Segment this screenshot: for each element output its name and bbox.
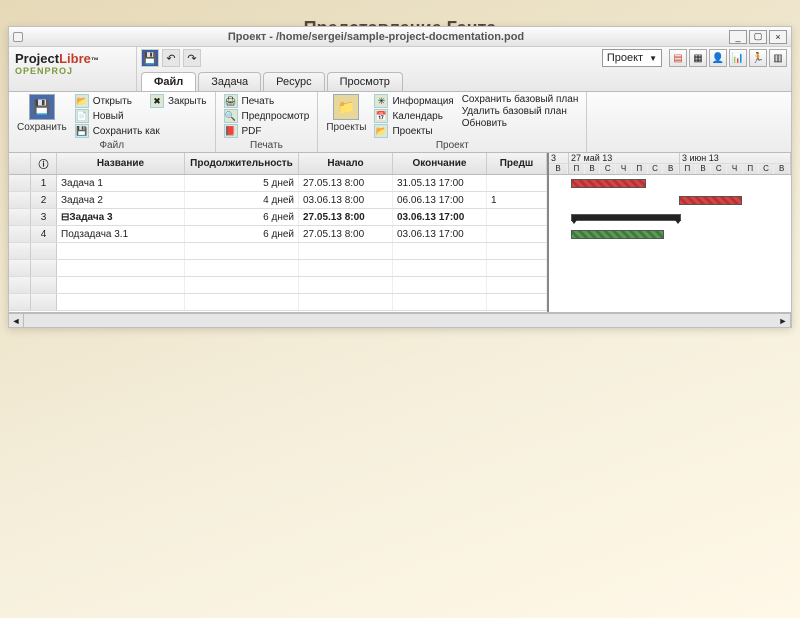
panel-print: 🖨Печать 🔍Предпросмотр 📕PDF Печать — [216, 92, 319, 152]
refresh-button[interactable]: Обновить — [462, 118, 579, 129]
tab-task[interactable]: Задача — [198, 72, 261, 91]
undo-icon[interactable]: ↶ — [162, 49, 180, 67]
panel-file: 💾Сохранить 📂Открыть✖Закрыть 📄Новый 💾Сохр… — [9, 92, 216, 152]
task-grid: ⓘ Название Продолжительность Начало Окон… — [9, 153, 549, 312]
gantt-bar[interactable] — [571, 179, 646, 188]
info-button[interactable]: ✳Информация — [374, 94, 453, 108]
gantt-bar[interactable] — [679, 196, 742, 205]
table-row[interactable]: 2Задача 24 дней03.06.13 8:0006.06.13 17:… — [9, 192, 547, 209]
table-row[interactable]: 4 Подзадача 3.16 дней27.05.13 8:0003.06.… — [9, 226, 547, 243]
open-button[interactable]: 📂Открыть✖Закрыть — [75, 94, 207, 108]
scrollbar[interactable]: ◄ ► — [9, 313, 791, 327]
save-button[interactable]: 💾Сохранить — [17, 94, 67, 138]
tab-file[interactable]: Файл — [141, 72, 196, 91]
saveas-button[interactable]: 💾Сохранить как — [75, 124, 207, 138]
proj-button[interactable]: 📂Проекты — [374, 124, 453, 138]
view6-icon[interactable]: ▥ — [769, 49, 787, 67]
tab-view[interactable]: Просмотр — [327, 72, 403, 91]
window-title: Проект - /home/sergei/sample-project-doc… — [27, 31, 725, 43]
col-pred[interactable]: Предш — [487, 153, 547, 174]
scroll-right-icon[interactable]: ► — [776, 314, 791, 327]
view5-icon[interactable]: 🏃 — [749, 49, 767, 67]
app-window: Проект - /home/sergei/sample-project-doc… — [8, 26, 792, 328]
pdf-button[interactable]: 📕PDF — [224, 124, 310, 138]
calendar-button[interactable]: 📅Календарь — [374, 109, 453, 123]
minimize-button[interactable]: _ — [729, 30, 747, 44]
gantt-chart: 3В 27 май 13ПВСЧПСВ 3 июн 13ПВСЧПСВ — [549, 153, 791, 312]
scroll-left-icon[interactable]: ◄ — [9, 314, 24, 327]
save-icon[interactable]: 💾 — [141, 49, 159, 67]
grid-header: ⓘ Название Продолжительность Начало Окон… — [9, 153, 547, 175]
app-menu-icon[interactable] — [13, 32, 23, 42]
view2-icon[interactable]: ▦ — [689, 49, 707, 67]
menu-tabs: Файл Задача Ресурс Просмотр — [137, 69, 791, 91]
col-start[interactable]: Начало — [299, 153, 393, 174]
tab-resource[interactable]: Ресурс — [263, 72, 324, 91]
table-row[interactable] — [9, 243, 547, 260]
col-duration[interactable]: Продолжительность — [185, 153, 299, 174]
project-dropdown[interactable]: Проект▼ — [602, 49, 662, 67]
col-end[interactable]: Окончание — [393, 153, 487, 174]
gantt-timeline: 3В 27 май 13ПВСЧПСВ 3 июн 13ПВСЧПСВ — [549, 153, 791, 175]
col-name[interactable]: Название — [57, 153, 185, 174]
gantt-summary-bar[interactable] — [571, 214, 681, 221]
new-button[interactable]: 📄Новый — [75, 109, 207, 123]
table-row[interactable]: 1Задача 15 дней27.05.13 8:0031.05.13 17:… — [9, 175, 547, 192]
savebase-button[interactable]: Сохранить базовый план — [462, 94, 579, 105]
table-row[interactable] — [9, 277, 547, 294]
table-row[interactable]: 3⊟Задача 36 дней27.05.13 8:0003.06.13 17… — [9, 209, 547, 226]
grid-body: 1Задача 15 дней27.05.13 8:0031.05.13 17:… — [9, 175, 547, 312]
gantt-bar[interactable] — [571, 230, 664, 239]
print-button[interactable]: 🖨Печать — [224, 94, 310, 108]
view3-icon[interactable]: 👤 — [709, 49, 727, 67]
preview-button[interactable]: 🔍Предпросмотр — [224, 109, 310, 123]
logo: ProjectLibre™ OPENPROJ — [9, 47, 137, 91]
ribbon: 💾Сохранить 📂Открыть✖Закрыть 📄Новый 💾Сохр… — [9, 92, 791, 153]
panel-project: 📁Проекты ✳Информация 📅Календарь 📂Проекты… — [318, 92, 587, 152]
delbase-button[interactable]: Удалить базовый план — [462, 106, 579, 117]
gantt-body — [549, 175, 791, 312]
view1-icon[interactable]: ▤ — [669, 49, 687, 67]
table-row[interactable] — [9, 260, 547, 277]
projects-button[interactable]: 📁Проекты — [326, 94, 366, 138]
view4-icon[interactable]: 📊 — [729, 49, 747, 67]
close-button[interactable]: × — [769, 30, 787, 44]
quick-toolbar: 💾 ↶ ↷ Проект▼ ▤ ▦ 👤 📊 🏃 ▥ — [137, 47, 791, 69]
col-blank — [9, 153, 31, 174]
maximize-button[interactable]: ▢ — [749, 30, 767, 44]
redo-icon[interactable]: ↷ — [183, 49, 201, 67]
col-info-icon: ⓘ — [31, 153, 57, 174]
workarea: ⓘ Название Продолжительность Начало Окон… — [9, 153, 791, 313]
titlebar: Проект - /home/sergei/sample-project-doc… — [9, 27, 791, 47]
table-row[interactable] — [9, 294, 547, 311]
